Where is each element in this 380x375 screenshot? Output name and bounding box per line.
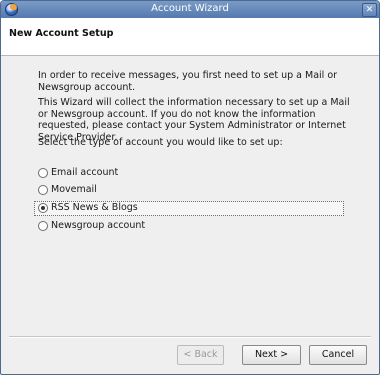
wizard-header: New Account Setup bbox=[1, 18, 379, 56]
button-separator bbox=[9, 336, 371, 338]
radio-rss-news-blogs[interactable] bbox=[38, 203, 48, 213]
intro-paragraph: In order to receive messages, you first … bbox=[38, 70, 338, 93]
option-label: Email account bbox=[51, 167, 119, 178]
select-prompt: Select the type of account you would lik… bbox=[38, 137, 283, 148]
option-movemail[interactable]: Movemail bbox=[35, 183, 342, 197]
next-button[interactable]: Next > bbox=[242, 345, 301, 365]
close-button[interactable]: ✕ bbox=[362, 3, 377, 17]
option-newsgroup-account[interactable]: Newsgroup account bbox=[35, 219, 342, 233]
option-email-account[interactable]: Email account bbox=[35, 166, 342, 180]
cancel-button[interactable]: Cancel bbox=[309, 345, 367, 365]
wizard-content: In order to receive messages, you first … bbox=[1, 56, 379, 336]
radio-newsgroup-account[interactable] bbox=[38, 221, 48, 231]
radio-email-account[interactable] bbox=[38, 168, 48, 178]
option-label: Newsgroup account bbox=[51, 220, 146, 231]
option-label: Movemail bbox=[51, 184, 97, 195]
option-label: RSS News & Blogs bbox=[51, 202, 138, 213]
window-title: Account Wizard bbox=[151, 3, 229, 14]
title-bar[interactable]: Account Wizard ✕ bbox=[1, 1, 379, 18]
page-title: New Account Setup bbox=[9, 28, 114, 39]
radio-movemail[interactable] bbox=[38, 185, 48, 195]
close-icon: ✕ bbox=[365, 5, 374, 15]
account-wizard-window: Account Wizard ✕ New Account Setup In or… bbox=[0, 0, 380, 375]
option-rss-news-blogs[interactable]: RSS News & Blogs bbox=[34, 201, 344, 216]
back-button[interactable]: < Back bbox=[177, 345, 224, 365]
